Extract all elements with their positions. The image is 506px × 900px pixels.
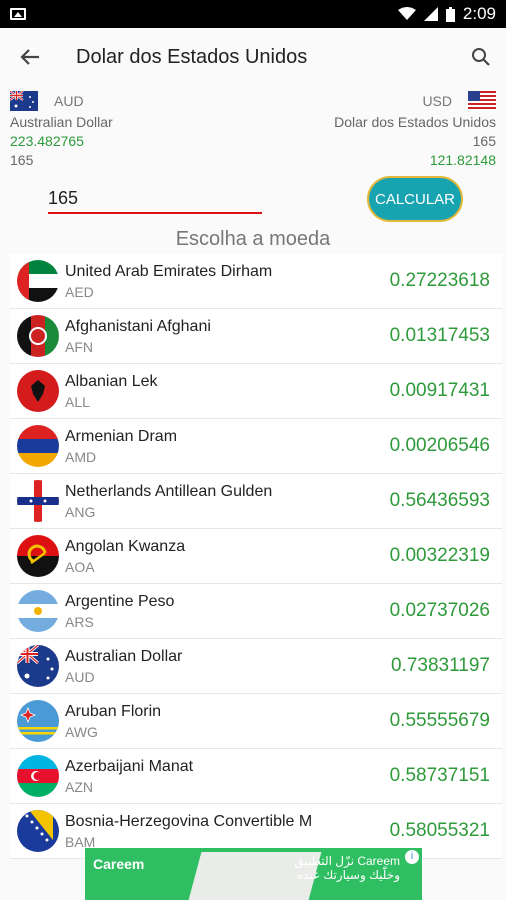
choose-currency-label: Escolha a moeda xyxy=(175,228,331,250)
australia-flag-icon xyxy=(10,91,38,111)
currency-name: Aruban Florin xyxy=(65,702,162,720)
currency-name: Argentine Peso xyxy=(65,592,175,610)
currency-code: AMD xyxy=(65,448,97,465)
currency-code: ARS xyxy=(65,613,94,630)
wifi-icon xyxy=(397,7,416,20)
netherlands-antilles-flag-icon xyxy=(17,480,59,522)
currency-value: 0.00322319 xyxy=(389,545,490,566)
afghanistan-flag-icon xyxy=(17,315,59,357)
ad-banner[interactable]: Careem نزّل التطبيق Careem وخلّيك وسيارت… xyxy=(85,848,422,900)
currency-value: 0.58055321 xyxy=(389,820,490,841)
currency-name: Albanian Lek xyxy=(65,372,158,390)
currency-code: ANG xyxy=(65,503,96,520)
currency-value: 0.58737151 xyxy=(389,765,490,786)
battery-icon xyxy=(445,6,455,22)
currency-row-aoa[interactable]: Angolan Kwanza AOA 0.00322319 xyxy=(10,529,502,584)
clock: 2:09 xyxy=(462,4,496,23)
from-name: Australian Dollar xyxy=(10,114,113,130)
currency-row-ars[interactable]: Argentine Peso ARS 0.02737026 xyxy=(10,584,502,639)
currency-name: Australian Dollar xyxy=(65,647,183,665)
currency-code: ALL xyxy=(65,393,90,410)
back-button[interactable] xyxy=(0,28,60,86)
currency-name: Bosnia-Herzegovina Convertible M xyxy=(65,812,313,830)
armenia-flag-icon xyxy=(17,425,59,467)
azerbaijan-flag-icon xyxy=(17,755,59,797)
usa-flag-icon xyxy=(468,91,496,111)
currency-row-afn[interactable]: Afghanistani Afghani AFN 0.01317453 xyxy=(10,309,502,364)
currency-row-aud[interactable]: Australian Dollar AUD 0.73831197 xyxy=(10,639,502,694)
uae-flag-icon xyxy=(17,260,59,302)
currency-code: AFN xyxy=(65,338,93,355)
currency-value: 0.27223618 xyxy=(389,270,490,291)
from-code: AUD xyxy=(54,93,84,109)
currency-row-amd[interactable]: Armenian Dram AMD 0.00206546 xyxy=(10,419,502,474)
currency-code: AUD xyxy=(65,668,95,685)
currency-list: United Arab Emirates Dirham AED 0.2722361… xyxy=(10,254,502,859)
to-amount: 165 xyxy=(472,133,496,149)
aruba-flag-icon xyxy=(17,700,59,742)
from-currency: AUD Australian Dollar 223.482765 165 xyxy=(10,90,113,171)
currency-code: AZN xyxy=(65,778,93,795)
signal-icon xyxy=(423,7,438,21)
australia-flag-icon xyxy=(17,645,59,687)
to-code: USD xyxy=(422,93,452,109)
bosnia-flag-icon xyxy=(17,810,59,852)
currency-code: AED xyxy=(65,283,94,300)
currency-value: 0.02737026 xyxy=(389,600,490,621)
ad-text-line2: وخلّيك وسيارتك عنده xyxy=(296,868,400,882)
currency-value: 0.55555679 xyxy=(389,710,490,731)
currency-name: United Arab Emirates Dirham xyxy=(65,262,273,280)
status-bar: 2:09 xyxy=(0,0,506,28)
ad-text: نزّل التطبيق Careem وخلّيك وسيارتك عنده xyxy=(294,854,400,882)
page-title: Dolar dos Estados Unidos xyxy=(76,45,308,68)
currency-row-aed[interactable]: United Arab Emirates Dirham AED 0.2722361… xyxy=(10,254,502,309)
arrow-back-icon xyxy=(20,49,39,65)
to-name: Dolar dos Estados Unidos xyxy=(334,114,496,130)
to-currency: USD Dolar dos Estados Unidos 165 121.821… xyxy=(334,90,496,171)
currency-row-awg[interactable]: Aruban Florin AWG 0.55555679 xyxy=(10,694,502,749)
ad-info-icon[interactable]: i xyxy=(405,850,419,864)
from-amount: 165 xyxy=(10,152,34,168)
currency-code: AWG xyxy=(65,723,98,740)
currency-name: Angolan Kwanza xyxy=(65,537,186,555)
currency-value: 0.01317453 xyxy=(389,325,490,346)
currency-value: 0.73831197 xyxy=(391,655,490,676)
search-button[interactable] xyxy=(456,28,506,86)
currency-code: AOA xyxy=(65,558,95,575)
currency-row-all[interactable]: Albanian Lek ALL 0.00917431 xyxy=(10,364,502,419)
currency-value: 0.00917431 xyxy=(389,380,490,401)
amount-input[interactable] xyxy=(48,184,262,214)
currency-name: Armenian Dram xyxy=(65,427,178,445)
currency-value: 0.56436593 xyxy=(389,490,490,511)
angola-flag-icon xyxy=(17,535,59,577)
calculate-button[interactable]: CALCULAR xyxy=(367,176,463,222)
currency-name: Netherlands Antillean Gulden xyxy=(65,482,273,500)
from-rate: 223.482765 xyxy=(10,133,84,149)
albania-flag-icon xyxy=(17,370,59,412)
ad-text-line1: نزّل التطبيق Careem xyxy=(294,854,400,868)
argentina-flag-icon xyxy=(17,590,59,632)
ad-brand: Careem xyxy=(93,856,145,872)
currency-name: Afghanistani Afghani xyxy=(65,317,211,335)
amount-row: CALCULAR xyxy=(0,176,506,226)
currency-row-azn[interactable]: Azerbaijani Manat AZN 0.58737151 xyxy=(10,749,502,804)
search-icon xyxy=(472,48,490,66)
conversion-summary: AUD Australian Dollar 223.482765 165 USD… xyxy=(0,86,506,176)
currency-name: Azerbaijani Manat xyxy=(65,757,194,775)
currency-value: 0.00206546 xyxy=(389,435,490,456)
currency-row-ang[interactable]: Netherlands Antillean Gulden ANG 0.564365… xyxy=(10,474,502,529)
app-bar: Dolar dos Estados Unidos xyxy=(0,28,506,86)
image-notification-icon xyxy=(10,8,26,20)
to-result: 121.82148 xyxy=(429,152,496,168)
